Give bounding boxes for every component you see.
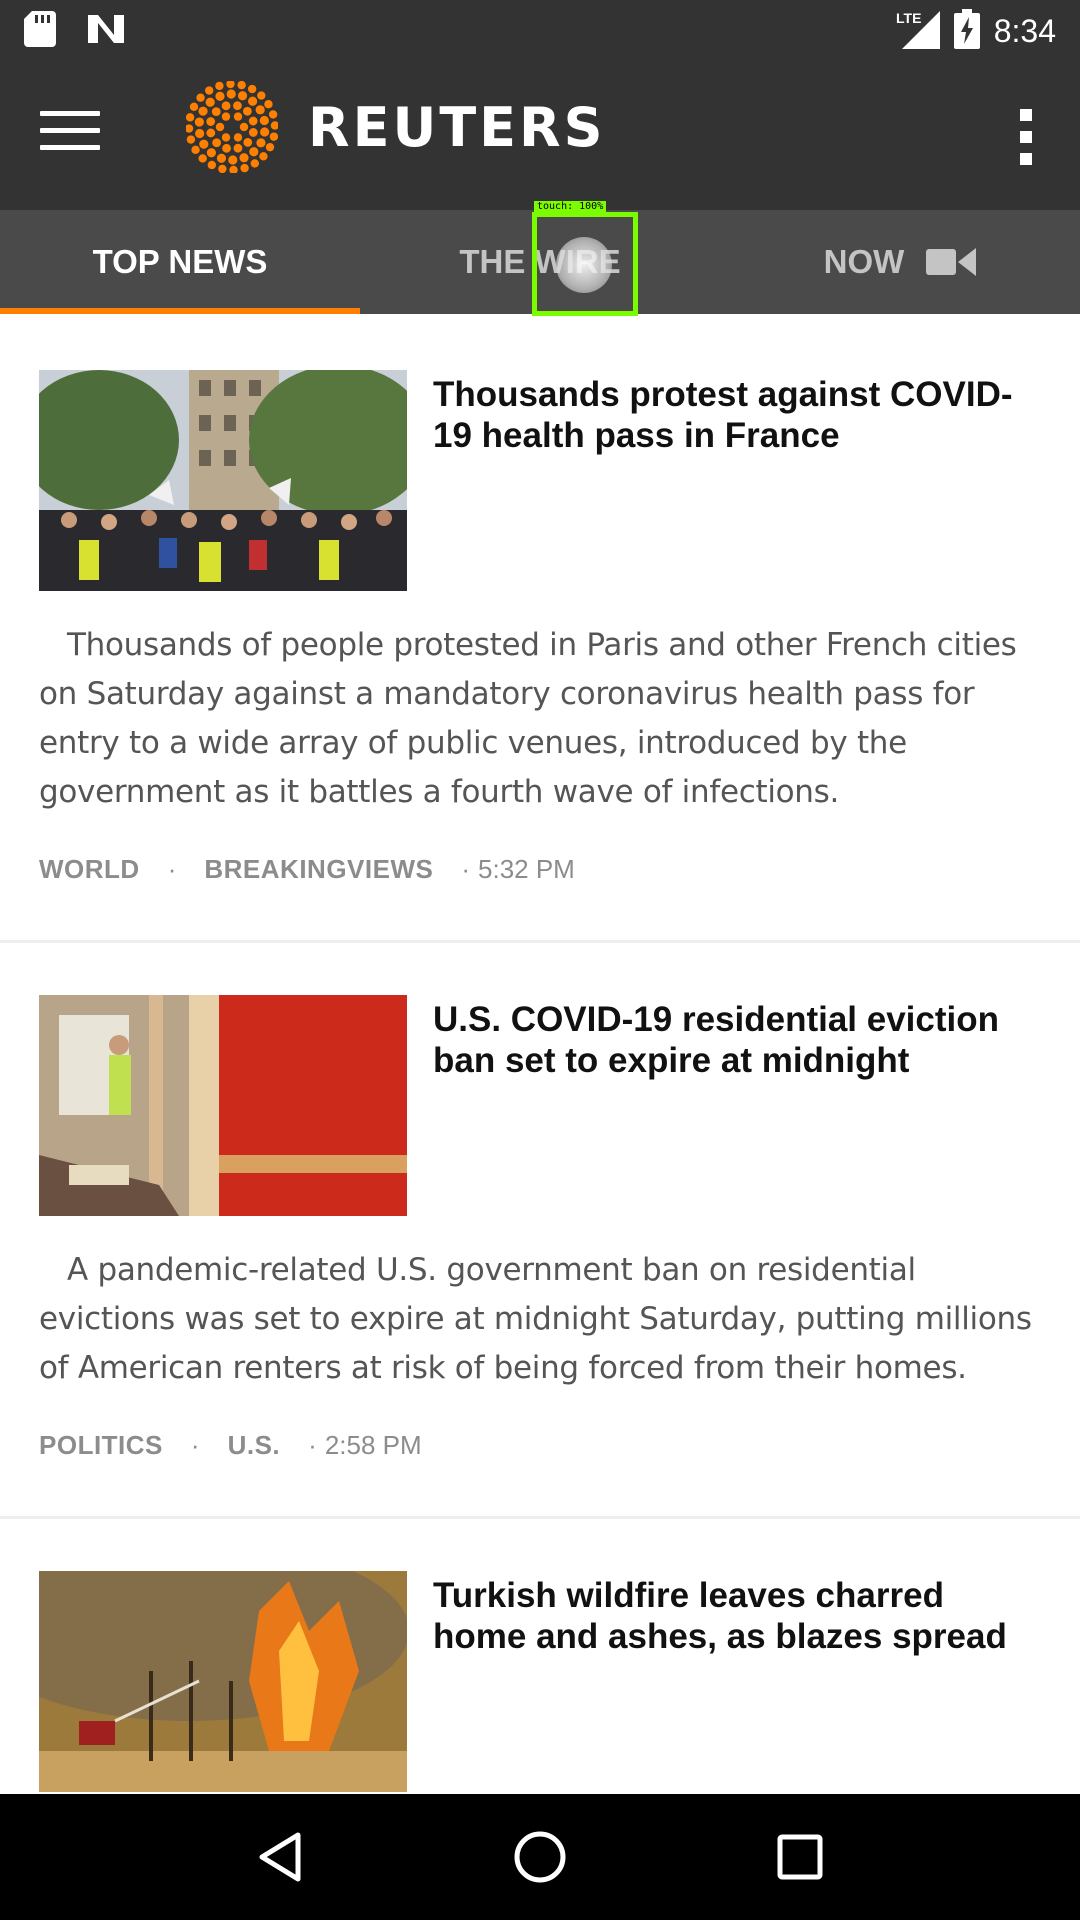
tab-label: TOP NEWS (92, 243, 268, 280)
status-bar: LTE 8:34 (0, 0, 1080, 63)
logo-text: REUTERS (308, 95, 606, 159)
sd-card-icon (24, 11, 56, 52)
category-link[interactable]: U.S. (228, 1430, 281, 1461)
article-summary: Thousands of people protested in Paris a… (39, 627, 1017, 810)
tab-label: NOW (823, 243, 905, 280)
reuters-logo: REUTERS (186, 81, 606, 173)
article-time: 2:58 PM (324, 1430, 422, 1460)
touch-indicator-dot (556, 237, 612, 293)
category-link[interactable]: BREAKINGVIEWS (204, 854, 433, 885)
home-circle-icon[interactable] (510, 1827, 570, 1887)
category-link[interactable]: POLITICS (39, 1430, 163, 1461)
protest-crowd-photo[interactable] (39, 370, 407, 591)
article-time: 5:32 PM (478, 854, 575, 884)
signal-icon: LTE (896, 9, 940, 54)
battery-charging-icon (953, 9, 980, 54)
article-card[interactable]: U.S. COVID-19 residential eviction ban s… (0, 943, 1080, 1516)
video-camera-icon (926, 248, 977, 276)
hamburger-menu-icon[interactable] (40, 111, 100, 159)
tab-now[interactable]: NOW (720, 210, 1080, 314)
article-headline[interactable]: Thousands protest against COVID-19 healt… (433, 374, 1043, 456)
article-headline[interactable]: U.S. COVID-19 residential eviction ban s… (433, 999, 1043, 1081)
article-meta: POLITICS · U.S. · 2:58 PM (39, 1430, 422, 1461)
article-card[interactable]: Turkish wildfire leaves charred home and… (0, 1519, 1080, 1794)
eviction-room-photo[interactable] (39, 995, 407, 1216)
article-summary: A pandemic-related U.S. government ban o… (39, 1252, 1032, 1386)
recents-square-icon[interactable] (770, 1827, 830, 1887)
article-card[interactable]: Thousands protest against COVID-19 healt… (0, 314, 1080, 940)
n-notification-icon (86, 11, 126, 52)
back-triangle-icon[interactable] (250, 1827, 310, 1887)
wildfire-photo[interactable] (39, 1571, 407, 1792)
system-nav-bar (0, 1794, 1080, 1920)
category-link[interactable]: WORLD (39, 854, 140, 885)
more-vert-icon[interactable] (1006, 109, 1046, 165)
svg-text:LTE: LTE (896, 10, 921, 26)
status-time: 8:34 (993, 13, 1056, 49)
article-headline[interactable]: Turkish wildfire leaves charred home and… (433, 1575, 1043, 1657)
tab-top-news[interactable]: TOP NEWS (0, 210, 360, 314)
article-meta: WORLD · BREAKINGVIEWS · 5:32 PM (39, 854, 575, 885)
reuters-logo-icon (186, 81, 278, 173)
app-bar: REUTERS (0, 63, 1080, 210)
